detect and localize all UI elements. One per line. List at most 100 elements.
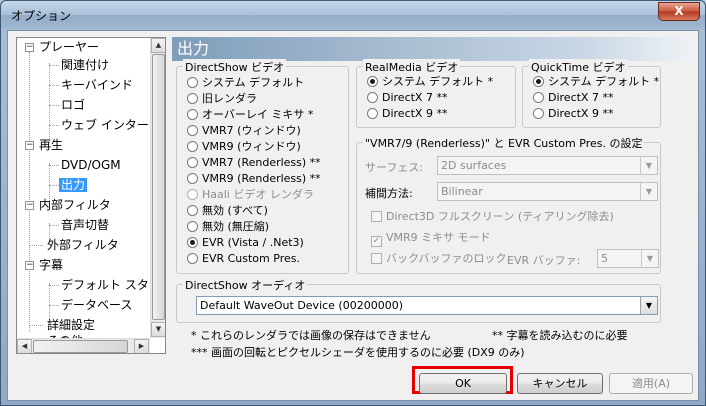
radio-icon: [187, 189, 198, 200]
radio-ds-vmr9-windowed[interactable]: VMR9 (ウィンドウ): [187, 139, 301, 155]
radio-rm-directx9[interactable]: DirectX 9 **: [367, 106, 447, 122]
radio-ds-null-all[interactable]: 無効 (すべて): [187, 203, 268, 219]
chevron-down-icon: ▼: [640, 157, 657, 174]
collapse-icon[interactable]: −: [25, 261, 34, 270]
chevron-down-icon: ▼: [640, 183, 657, 200]
collapse-icon[interactable]: −: [25, 43, 34, 52]
radio-icon[interactable]: [533, 108, 544, 119]
scroll-up-icon[interactable]: ▲: [151, 38, 165, 53]
scroll-right-icon[interactable]: ▶: [134, 339, 149, 353]
options-dialog: オプション X − プレーヤー 関連付け キーバインド ロゴ ウェブ インター …: [0, 0, 706, 406]
group-label: "VMR7/9 (Renderless)" と EVR Custom Pres.…: [363, 135, 645, 151]
surface-select: 2D surfaces ▼: [437, 156, 658, 175]
interpolation-label: 補間方法:: [365, 187, 413, 200]
cancel-button[interactable]: キャンセル: [517, 373, 603, 394]
radio-selected-icon[interactable]: [367, 76, 378, 87]
radio-ds-old-renderer[interactable]: 旧レンダラ: [187, 91, 257, 107]
collapse-icon[interactable]: −: [25, 201, 34, 210]
note-subtitles: ** 字幕を読み込むのに必要: [492, 329, 628, 342]
radio-icon[interactable]: [187, 173, 198, 184]
radio-selected-icon[interactable]: [533, 76, 544, 87]
radio-icon[interactable]: [187, 157, 198, 168]
scroll-thumb[interactable]: [152, 54, 165, 320]
group-label: QuickTime ビデオ: [529, 59, 628, 75]
radio-ds-overlay-mixer[interactable]: オーバーレイ ミキサ *: [187, 107, 313, 123]
radio-icon[interactable]: [533, 92, 544, 103]
checkbox-icon: [371, 211, 382, 222]
tree-item-logo[interactable]: ロゴ: [61, 96, 85, 114]
audio-device-select[interactable]: Default WaveOut Device (00200000) ▼: [196, 296, 658, 315]
radio-icon[interactable]: [187, 93, 198, 104]
ok-button[interactable]: OK: [419, 373, 507, 394]
tree-item-output[interactable]: 出力: [59, 176, 88, 194]
radio-ds-evr[interactable]: EVR (Vista / .Net3): [187, 235, 304, 251]
tree-item-subtitles[interactable]: − 字幕: [23, 256, 63, 274]
category-tree[interactable]: − プレーヤー 関連付け キーバインド ロゴ ウェブ インター − 再生 DVD/O…: [16, 37, 166, 354]
tree-item-internal-filters[interactable]: − 内部フィルタ: [23, 196, 111, 214]
realmedia-video-group: RealMedia ビデオ システム デフォルト * DirectX 7 ** …: [356, 59, 516, 128]
group-label: RealMedia ビデオ: [363, 59, 461, 75]
radio-icon[interactable]: [187, 221, 198, 232]
quicktime-video-group: QuickTime ビデオ システム デフォルト * DirectX 7 ** …: [522, 59, 661, 128]
radio-qt-system-default[interactable]: システム デフォルト *: [533, 74, 659, 90]
chevron-down-icon: ▼: [641, 250, 658, 267]
group-label: DirectShow ビデオ: [183, 59, 287, 75]
radio-qt-directx7[interactable]: DirectX 7 **: [533, 90, 613, 106]
group-label: DirectShow オーディオ: [183, 277, 308, 293]
interpolation-select: Bilinear ▼: [437, 182, 658, 201]
title-bar[interactable]: オプション X: [1, 1, 705, 29]
tree-item-associations[interactable]: 関連付け: [61, 56, 109, 74]
tree-item-external-filters[interactable]: 外部フィルタ: [47, 236, 119, 254]
radio-ds-vmr9-renderless[interactable]: VMR9 (Renderless) **: [187, 171, 321, 187]
radio-ds-vmr7-windowed[interactable]: VMR7 (ウィンドウ): [187, 123, 301, 139]
apply-button: 適用(A): [609, 373, 693, 394]
radio-icon[interactable]: [187, 125, 198, 136]
note-screenshot: * これらのレンダラでは画像の保存はできません: [191, 329, 431, 342]
tree-item-default-style[interactable]: デフォルト スタ: [61, 276, 149, 294]
tree-item-database[interactable]: データベース: [61, 296, 132, 314]
evr-buffer-select: 5 ▼: [597, 249, 659, 268]
tree-item-audio-switcher[interactable]: 音声切替: [61, 216, 109, 234]
radio-icon[interactable]: [187, 77, 198, 88]
close-button[interactable]: X: [658, 2, 700, 21]
checkbox-icon: [371, 253, 382, 264]
radio-icon[interactable]: [187, 253, 198, 264]
radio-icon[interactable]: [367, 92, 378, 103]
tree-item-keybinds[interactable]: キーバインド: [61, 76, 133, 94]
evr-buffer-label: EVR バッファ:: [507, 254, 581, 267]
radio-ds-haali: Haali ビデオ レンダラ: [187, 187, 314, 203]
radio-ds-null-uncompressed[interactable]: 無効 (無圧縮): [187, 219, 269, 235]
surface-label: サーフェス:: [365, 161, 424, 174]
radio-qt-directx9[interactable]: DirectX 9 **: [533, 106, 613, 122]
chevron-down-icon[interactable]: ▼: [640, 297, 657, 314]
scroll-thumb-horizontal[interactable]: [33, 340, 128, 353]
radio-rm-system-default[interactable]: システム デフォルト *: [367, 74, 493, 90]
radio-ds-vmr7-renderless[interactable]: VMR7 (Renderless) **: [187, 155, 321, 171]
radio-icon[interactable]: [187, 205, 198, 216]
d3d-fullscreen-checkbox: Direct3D フルスクリーン (ティアリング除去): [371, 209, 614, 225]
note-rotation: *** 画面の回転とピクセルシェーダを使用するのに必要 (DX9 のみ): [191, 346, 525, 359]
tree-item-playback[interactable]: − 再生: [23, 136, 63, 154]
tree-item-player[interactable]: − プレーヤー: [23, 38, 99, 56]
radio-icon[interactable]: [187, 109, 198, 120]
tree-horizontal-scrollbar[interactable]: ◀ ▶: [17, 338, 150, 353]
page-title: 出力: [172, 37, 693, 61]
radio-ds-system-default[interactable]: システム デフォルト: [187, 75, 304, 91]
radio-icon[interactable]: [367, 108, 378, 119]
window-title: オプション: [11, 9, 72, 23]
tree-item-web-interface[interactable]: ウェブ インター: [61, 116, 149, 134]
vmr-settings-group: "VMR7/9 (Renderless)" と EVR Custom Pres.…: [356, 135, 661, 274]
radio-ds-evr-custom[interactable]: EVR Custom Pres.: [187, 251, 300, 267]
tree-item-dvd-ogm[interactable]: DVD/OGM: [61, 156, 121, 174]
radio-icon[interactable]: [187, 141, 198, 152]
checkmark-icon: ✓: [371, 236, 382, 247]
collapse-icon[interactable]: −: [25, 141, 34, 150]
directshow-video-group: DirectShow ビデオ システム デフォルト 旧レンダラ オーバーレイ ミ…: [176, 59, 349, 274]
radio-rm-directx7[interactable]: DirectX 7 **: [367, 90, 447, 106]
tree-vertical-scrollbar[interactable]: ▲ ▼: [150, 38, 165, 338]
scroll-left-icon[interactable]: ◀: [17, 339, 32, 353]
vmr9-mixer-checkbox: ✓ VMR9 ミキサ モード: [371, 231, 491, 247]
scroll-down-icon[interactable]: ▼: [151, 322, 165, 337]
radio-selected-icon[interactable]: [187, 237, 198, 248]
backbuffer-lock-checkbox: バックバッファのロック: [371, 251, 506, 267]
